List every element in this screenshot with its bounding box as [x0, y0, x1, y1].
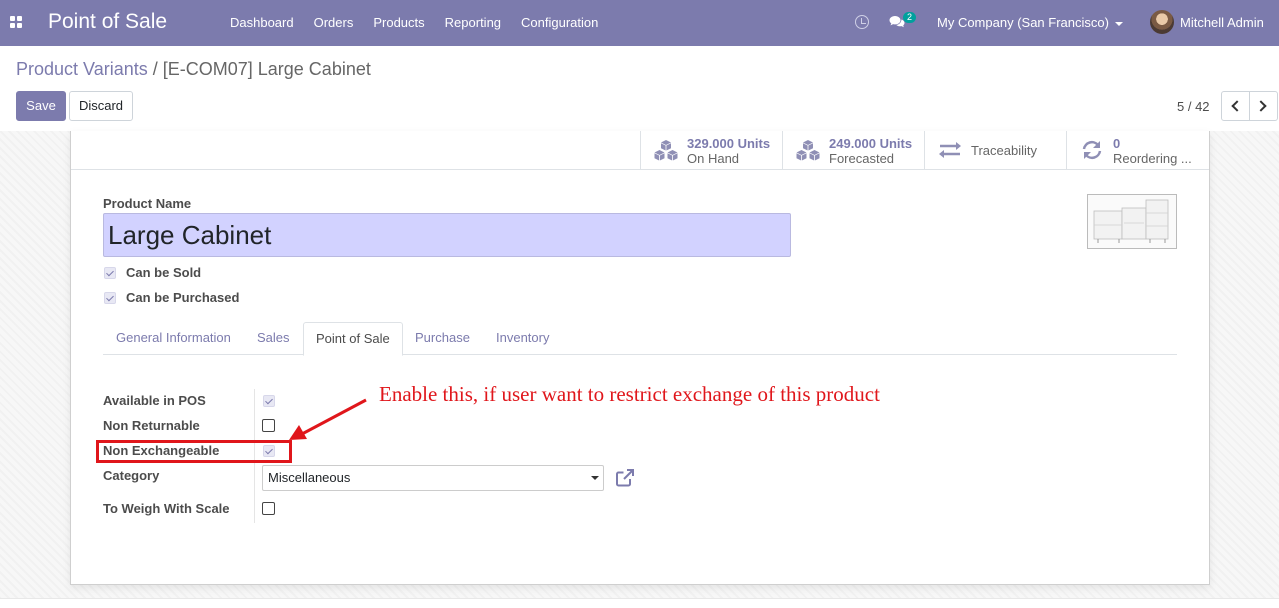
on-hand-button[interactable]: 329.000 Units On Hand	[640, 131, 782, 169]
annotation-text: Enable this, if user want to restrict ex…	[379, 382, 880, 406]
user-avatar[interactable]	[1150, 10, 1174, 34]
tab-sales[interactable]: Sales	[245, 322, 302, 355]
discard-button[interactable]: Discard	[69, 91, 133, 121]
forecasted-label: Forecasted	[829, 151, 895, 166]
product-image[interactable]	[1087, 194, 1177, 249]
reordering-value: 0	[1113, 136, 1121, 151]
tab-general-information[interactable]: General Information	[104, 322, 243, 355]
app-title: Point of Sale	[48, 10, 168, 33]
menu-orders[interactable]: Orders	[314, 15, 354, 30]
menu-dashboard[interactable]: Dashboard	[230, 15, 294, 30]
on-hand-value: 329.000 Units	[687, 136, 771, 151]
traceability-label: Traceability	[971, 143, 1037, 158]
available-in-pos-label: Available in POS	[103, 393, 206, 408]
can-be-sold-checkbox[interactable]	[104, 267, 116, 279]
chevron-down-icon	[591, 476, 599, 480]
user-name[interactable]: Mitchell Admin	[1180, 15, 1264, 30]
non-returnable-label: Non Returnable	[103, 418, 200, 433]
cabinet-image	[1088, 195, 1176, 248]
activity-clock-icon[interactable]	[855, 15, 869, 29]
category-label: Category	[103, 468, 160, 483]
breadcrumb-parent[interactable]: Product Variants	[16, 59, 148, 79]
top-navbar: Point of Sale Dashboard Orders Products …	[0, 0, 1279, 46]
pager-value: 5 / 42	[1177, 99, 1210, 114]
breadcrumb: Product Variants / [E-COM07] Large Cabinet	[16, 59, 371, 80]
main-menu: Dashboard Orders Products Reporting Conf…	[220, 15, 608, 30]
pager-previous-button[interactable]	[1222, 92, 1249, 120]
category-select[interactable]: Miscellaneous	[262, 465, 604, 491]
company-name: My Company (San Francisco)	[937, 15, 1109, 30]
form-sheet: 329.000 Units On Hand 249.000 Units Fore…	[70, 131, 1210, 585]
company-switcher[interactable]: My Company (San Francisco)	[937, 15, 1123, 30]
annotation-highlight-box	[96, 440, 292, 463]
available-in-pos-checkbox[interactable]	[263, 395, 275, 407]
pager-next-button[interactable]	[1249, 92, 1277, 120]
notebook-tabs: General Information Sales Point of Sale …	[103, 322, 1177, 356]
can-be-sold-label: Can be Sold	[126, 265, 202, 280]
smart-button-box: 329.000 Units On Hand 249.000 Units Fore…	[71, 131, 1209, 170]
product-name-label: Product Name	[103, 196, 192, 211]
external-link-icon[interactable]	[615, 468, 635, 488]
reordering-button[interactable]: 0 Reordering ...	[1066, 131, 1209, 169]
apps-menu-icon[interactable]	[10, 16, 24, 30]
menu-reporting[interactable]: Reporting	[445, 15, 501, 30]
forecasted-button[interactable]: 249.000 Units Forecasted	[782, 131, 924, 169]
tab-purchase[interactable]: Purchase	[403, 322, 482, 355]
traceability-button[interactable]: Traceability	[924, 131, 1066, 169]
category-value: Miscellaneous	[268, 470, 351, 485]
exchange-arrows-icon	[939, 142, 961, 158]
non-returnable-checkbox[interactable]	[262, 419, 275, 432]
menu-configuration[interactable]: Configuration	[521, 15, 598, 30]
can-be-purchased-checkbox[interactable]	[104, 292, 116, 304]
page-bottom	[0, 598, 1279, 608]
to-weigh-label: To Weigh With Scale	[103, 501, 230, 516]
chat-count-badge: 2	[903, 12, 917, 23]
on-hand-label: On Hand	[687, 151, 740, 166]
refresh-icon	[1082, 140, 1102, 160]
annotation-arrow-icon	[289, 398, 367, 440]
reordering-label: Reordering ...	[1113, 151, 1192, 166]
tab-inventory[interactable]: Inventory	[484, 322, 561, 355]
chevron-left-icon	[1231, 100, 1243, 112]
breadcrumb-current: [E-COM07] Large Cabinet	[162, 59, 371, 79]
to-weigh-checkbox[interactable]	[262, 502, 275, 515]
save-button[interactable]: Save	[16, 91, 66, 121]
pager-buttons	[1221, 91, 1278, 121]
cubes-icon	[796, 140, 820, 161]
chevron-right-icon	[1255, 100, 1267, 112]
cubes-icon	[654, 140, 678, 161]
product-name-input[interactable]: Large Cabinet	[103, 213, 791, 257]
can-be-purchased-label: Can be Purchased	[126, 290, 240, 305]
menu-products[interactable]: Products	[373, 15, 424, 30]
chevron-down-icon	[1114, 21, 1123, 26]
tab-point-of-sale[interactable]: Point of Sale	[303, 322, 403, 356]
forecasted-value: 249.000 Units	[829, 136, 913, 151]
breadcrumb-separator: /	[152, 59, 158, 79]
